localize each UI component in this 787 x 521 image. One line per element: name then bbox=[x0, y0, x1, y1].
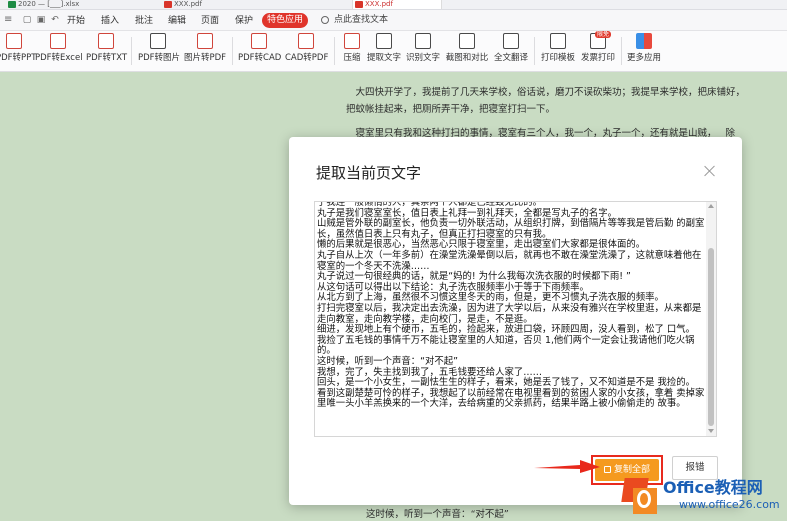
excel-file-icon bbox=[8, 1, 16, 8]
menu-item-page[interactable]: 页面 bbox=[201, 14, 219, 28]
pdf-to-image-button[interactable]: PDF转图片 bbox=[138, 33, 181, 69]
pdf-to-excel-icon bbox=[50, 33, 66, 49]
ribbon-divider bbox=[232, 37, 233, 65]
watermark-name: Office教程网 bbox=[663, 478, 763, 497]
document-page-text: 大四快开学了，我提前了几天来学校，俗话说，磨刀不误砍柴功；我提早来学校，把床铺好… bbox=[346, 84, 746, 142]
menu-item-annotate[interactable]: 批注 bbox=[135, 14, 153, 28]
ocr-icon bbox=[415, 33, 431, 49]
extracted-text: 了我连一般懒惰的人，真亲两个人都是已经毁无比的。 丸子是我们寝室室长，值日表上礼… bbox=[317, 201, 705, 410]
pdf-file-icon bbox=[355, 1, 363, 8]
ribbon-label: 图片转PDF bbox=[184, 53, 227, 63]
menu-item-start[interactable]: 开始 bbox=[67, 14, 85, 28]
ocr-button[interactable]: 识别文字 bbox=[405, 33, 441, 69]
menu-item-special-apps[interactable]: 特色应用 bbox=[262, 13, 308, 28]
ribbon-label: 截图和对比 bbox=[445, 53, 489, 63]
ribbon-divider bbox=[534, 37, 535, 65]
search-label: 点此查找文本 bbox=[334, 15, 389, 25]
more-apps-button[interactable]: 更多应用 bbox=[626, 33, 662, 69]
compress-button[interactable]: 压缩 bbox=[340, 33, 364, 69]
tab-excel-file[interactable]: 2020 — [___].xlsx bbox=[6, 0, 102, 9]
pdf-to-ppt-button[interactable]: PDF转PPT bbox=[0, 33, 37, 69]
more-apps-icon bbox=[636, 33, 652, 49]
extract-text-button[interactable]: 提取文字 bbox=[367, 33, 401, 69]
menu-item-insert[interactable]: 插入 bbox=[101, 14, 119, 28]
translate-icon bbox=[503, 33, 519, 49]
ribbon-toolbar: PDF转PPT PDF转Excel PDF转TXT PDF转图片 图片转PDF … bbox=[0, 31, 787, 72]
scroll-down-icon[interactable] bbox=[708, 429, 714, 433]
menu-bar: ≡ ▢ ▣ ↶ 开始 插入 批注 编辑 页面 保护 特色应用 点此查找文本 bbox=[0, 10, 787, 31]
cad-to-pdf-button[interactable]: CAD转PDF bbox=[285, 33, 329, 69]
free-badge: 限免 bbox=[594, 31, 611, 38]
scrollbar-thumb[interactable] bbox=[708, 248, 714, 426]
search-icon bbox=[321, 16, 329, 24]
window-titlebar: 2020 — [___].xlsx ХХХ.pdf ХХХ.pdf bbox=[0, 0, 787, 10]
ribbon-label: PDF转PPT bbox=[0, 53, 37, 63]
cad-to-pdf-icon bbox=[298, 33, 314, 49]
menu-item-edit[interactable]: 编辑 bbox=[168, 14, 186, 28]
image-to-pdf-icon bbox=[197, 33, 213, 49]
ribbon-divider bbox=[131, 37, 132, 65]
site-watermark: Office教程网 www.office26.com bbox=[621, 474, 783, 518]
open-icon[interactable]: ▢ bbox=[22, 15, 32, 25]
ribbon-label: 全文翻译 bbox=[493, 53, 528, 63]
extract-text-dialog: 提取当前页文字 了我连一般懒惰的人，真亲两个人都是已经毁无比的。 丸子是我们寝室… bbox=[289, 137, 742, 505]
menu-item-protect[interactable]: 保护 bbox=[235, 14, 253, 28]
find-text-search[interactable]: 点此查找文本 bbox=[320, 13, 408, 28]
tab-label: ХХХ.pdf bbox=[365, 0, 393, 8]
ribbon-label: 压缩 bbox=[343, 53, 361, 63]
pdf-to-ppt-icon bbox=[6, 33, 22, 49]
extracted-text-area[interactable]: 了我连一般懒惰的人，真亲两个人都是已经毁无比的。 丸子是我们寝室室长，值日表上礼… bbox=[314, 201, 717, 437]
translate-button[interactable]: 全文翻译 bbox=[492, 33, 530, 69]
pdf-to-txt-icon bbox=[98, 33, 114, 49]
ribbon-label: 提取文字 bbox=[367, 53, 402, 63]
invoice-print-icon: 限免 bbox=[590, 31, 611, 49]
pdf-to-txt-button[interactable]: PDF转TXT bbox=[86, 33, 128, 69]
pdf-to-image-icon bbox=[150, 33, 166, 49]
dialog-title: 提取当前页文字 bbox=[316, 164, 422, 182]
pdf-to-cad-button[interactable]: PDF转CAD bbox=[238, 33, 282, 69]
pdf-to-cad-icon bbox=[251, 33, 267, 49]
ribbon-label: 发票打印 bbox=[580, 53, 615, 63]
scroll-up-icon[interactable] bbox=[708, 204, 714, 208]
copy-icon bbox=[603, 466, 611, 473]
compress-icon bbox=[344, 33, 360, 49]
print-template-icon bbox=[550, 33, 566, 49]
save-icon[interactable]: ▣ bbox=[36, 15, 46, 25]
ribbon-label: PDF转图片 bbox=[138, 53, 181, 63]
extract-text-icon bbox=[376, 33, 392, 49]
screenshot-compare-button[interactable]: 截图和对比 bbox=[445, 33, 489, 69]
tab-label: 2020 — [___].xlsx bbox=[18, 0, 80, 8]
close-icon[interactable] bbox=[703, 164, 717, 178]
undo-icon[interactable]: ↶ bbox=[50, 15, 60, 25]
vertical-scrollbar[interactable] bbox=[706, 202, 716, 436]
document-paragraph: 大四快开学了，我提前了几天来学校，俗话说，磨刀不误砍柴功；我提早来学校，把床铺好… bbox=[346, 87, 755, 115]
pdf-file-icon bbox=[164, 1, 172, 8]
ribbon-label: 打印模板 bbox=[540, 53, 575, 63]
watermark-url: www.office26.com bbox=[679, 498, 780, 511]
annotation-arrow-icon bbox=[534, 460, 600, 473]
menu-icon[interactable]: ≡ bbox=[4, 15, 14, 25]
ribbon-divider bbox=[334, 37, 335, 65]
image-to-pdf-button[interactable]: 图片转PDF bbox=[184, 33, 226, 69]
tab-pdf-file[interactable]: ХХХ.pdf bbox=[162, 0, 252, 9]
ribbon-divider bbox=[621, 37, 622, 65]
invoice-print-button[interactable]: 限免 发票打印 bbox=[580, 31, 616, 69]
pdf-to-excel-button[interactable]: PDF转Excel bbox=[35, 33, 83, 69]
ribbon-label: CAD转PDF bbox=[285, 53, 329, 63]
ribbon-label: 识别文字 bbox=[405, 53, 440, 63]
ribbon-label: PDF转TXT bbox=[86, 53, 128, 63]
office-logo-icon bbox=[621, 478, 661, 516]
ribbon-label: PDF转Excel bbox=[35, 53, 83, 63]
print-template-button[interactable]: 打印模板 bbox=[540, 33, 576, 69]
ribbon-label: PDF转CAD bbox=[238, 53, 282, 63]
screenshot-compare-icon bbox=[459, 33, 475, 49]
document-paragraph: 这时候，听到一个声音：“对不起” bbox=[366, 509, 509, 520]
tab-pdf-file-active[interactable]: ХХХ.pdf bbox=[352, 0, 442, 9]
tab-label: ХХХ.pdf bbox=[174, 0, 202, 8]
ribbon-label: 更多应用 bbox=[626, 53, 661, 63]
